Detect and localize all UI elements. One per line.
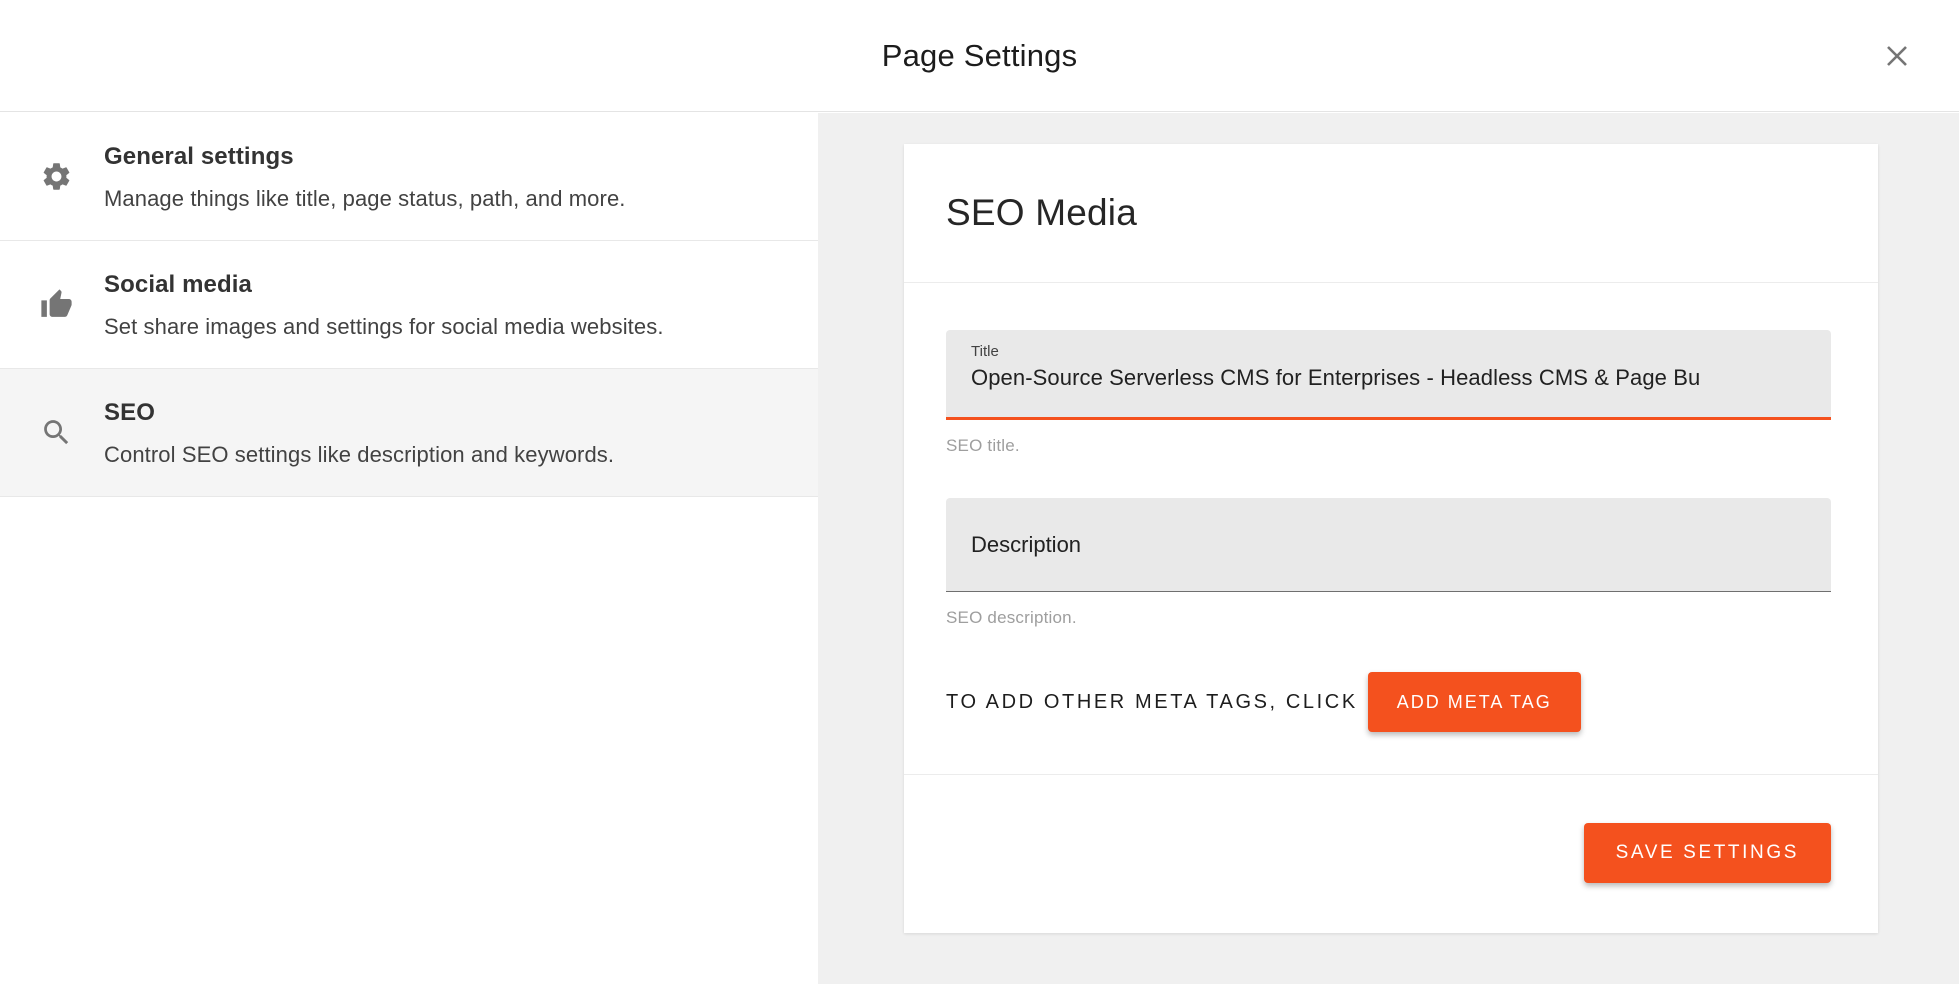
thumb-up-icon [40,288,104,321]
seo-description-helper: SEO description. [946,608,1831,628]
seo-title-label: Title [971,343,1806,360]
modal-title: Page Settings [882,38,1078,74]
modal-header: Page Settings [0,0,1959,112]
add-meta-tag-button[interactable]: ADD META TAG [1368,672,1581,732]
card-footer: SAVE SETTINGS [904,775,1878,925]
seo-title-field: Title [946,330,1831,420]
card-title: SEO Media [946,192,1137,234]
sidebar-item-description: Set share images and settings for social… [104,314,794,340]
close-button[interactable] [1877,36,1917,76]
meta-tags-row: TO ADD OTHER META TAGS, CLICK ADD META T… [946,672,1831,732]
seo-title-input[interactable] [971,365,1806,391]
settings-sidebar: General settings Manage things like titl… [0,113,818,984]
sidebar-item-seo[interactable]: SEO Control SEO settings like descriptio… [0,369,818,497]
search-icon [40,416,104,449]
sidebar-item-title: SEO [104,399,794,427]
meta-tags-prompt: TO ADD OTHER META TAGS, CLICK [946,691,1358,714]
sidebar-item-title: Social media [104,271,794,299]
settings-panel: SEO Media Title SEO title. SEO descripti… [818,113,1959,984]
seo-media-card: SEO Media Title SEO title. SEO descripti… [904,144,1878,933]
sidebar-item-title: General settings [104,143,794,171]
gear-icon [40,160,104,193]
sidebar-item-social-media[interactable]: Social media Set share images and settin… [0,241,818,369]
close-icon [1881,40,1913,72]
sidebar-item-description: Control SEO settings like description an… [104,442,794,468]
save-settings-button[interactable]: SAVE SETTINGS [1584,823,1831,883]
sidebar-item-general-settings[interactable]: General settings Manage things like titl… [0,113,818,241]
page-settings-modal: Page Settings General settings Manage th… [0,0,1959,984]
sidebar-item-description: Manage things like title, page status, p… [104,186,794,212]
seo-title-helper: SEO title. [946,436,1831,456]
card-body: Title SEO title. SEO description. TO ADD… [904,283,1878,732]
seo-description-field [946,498,1831,592]
seo-description-input[interactable] [971,532,1806,558]
card-header: SEO Media [904,144,1878,283]
